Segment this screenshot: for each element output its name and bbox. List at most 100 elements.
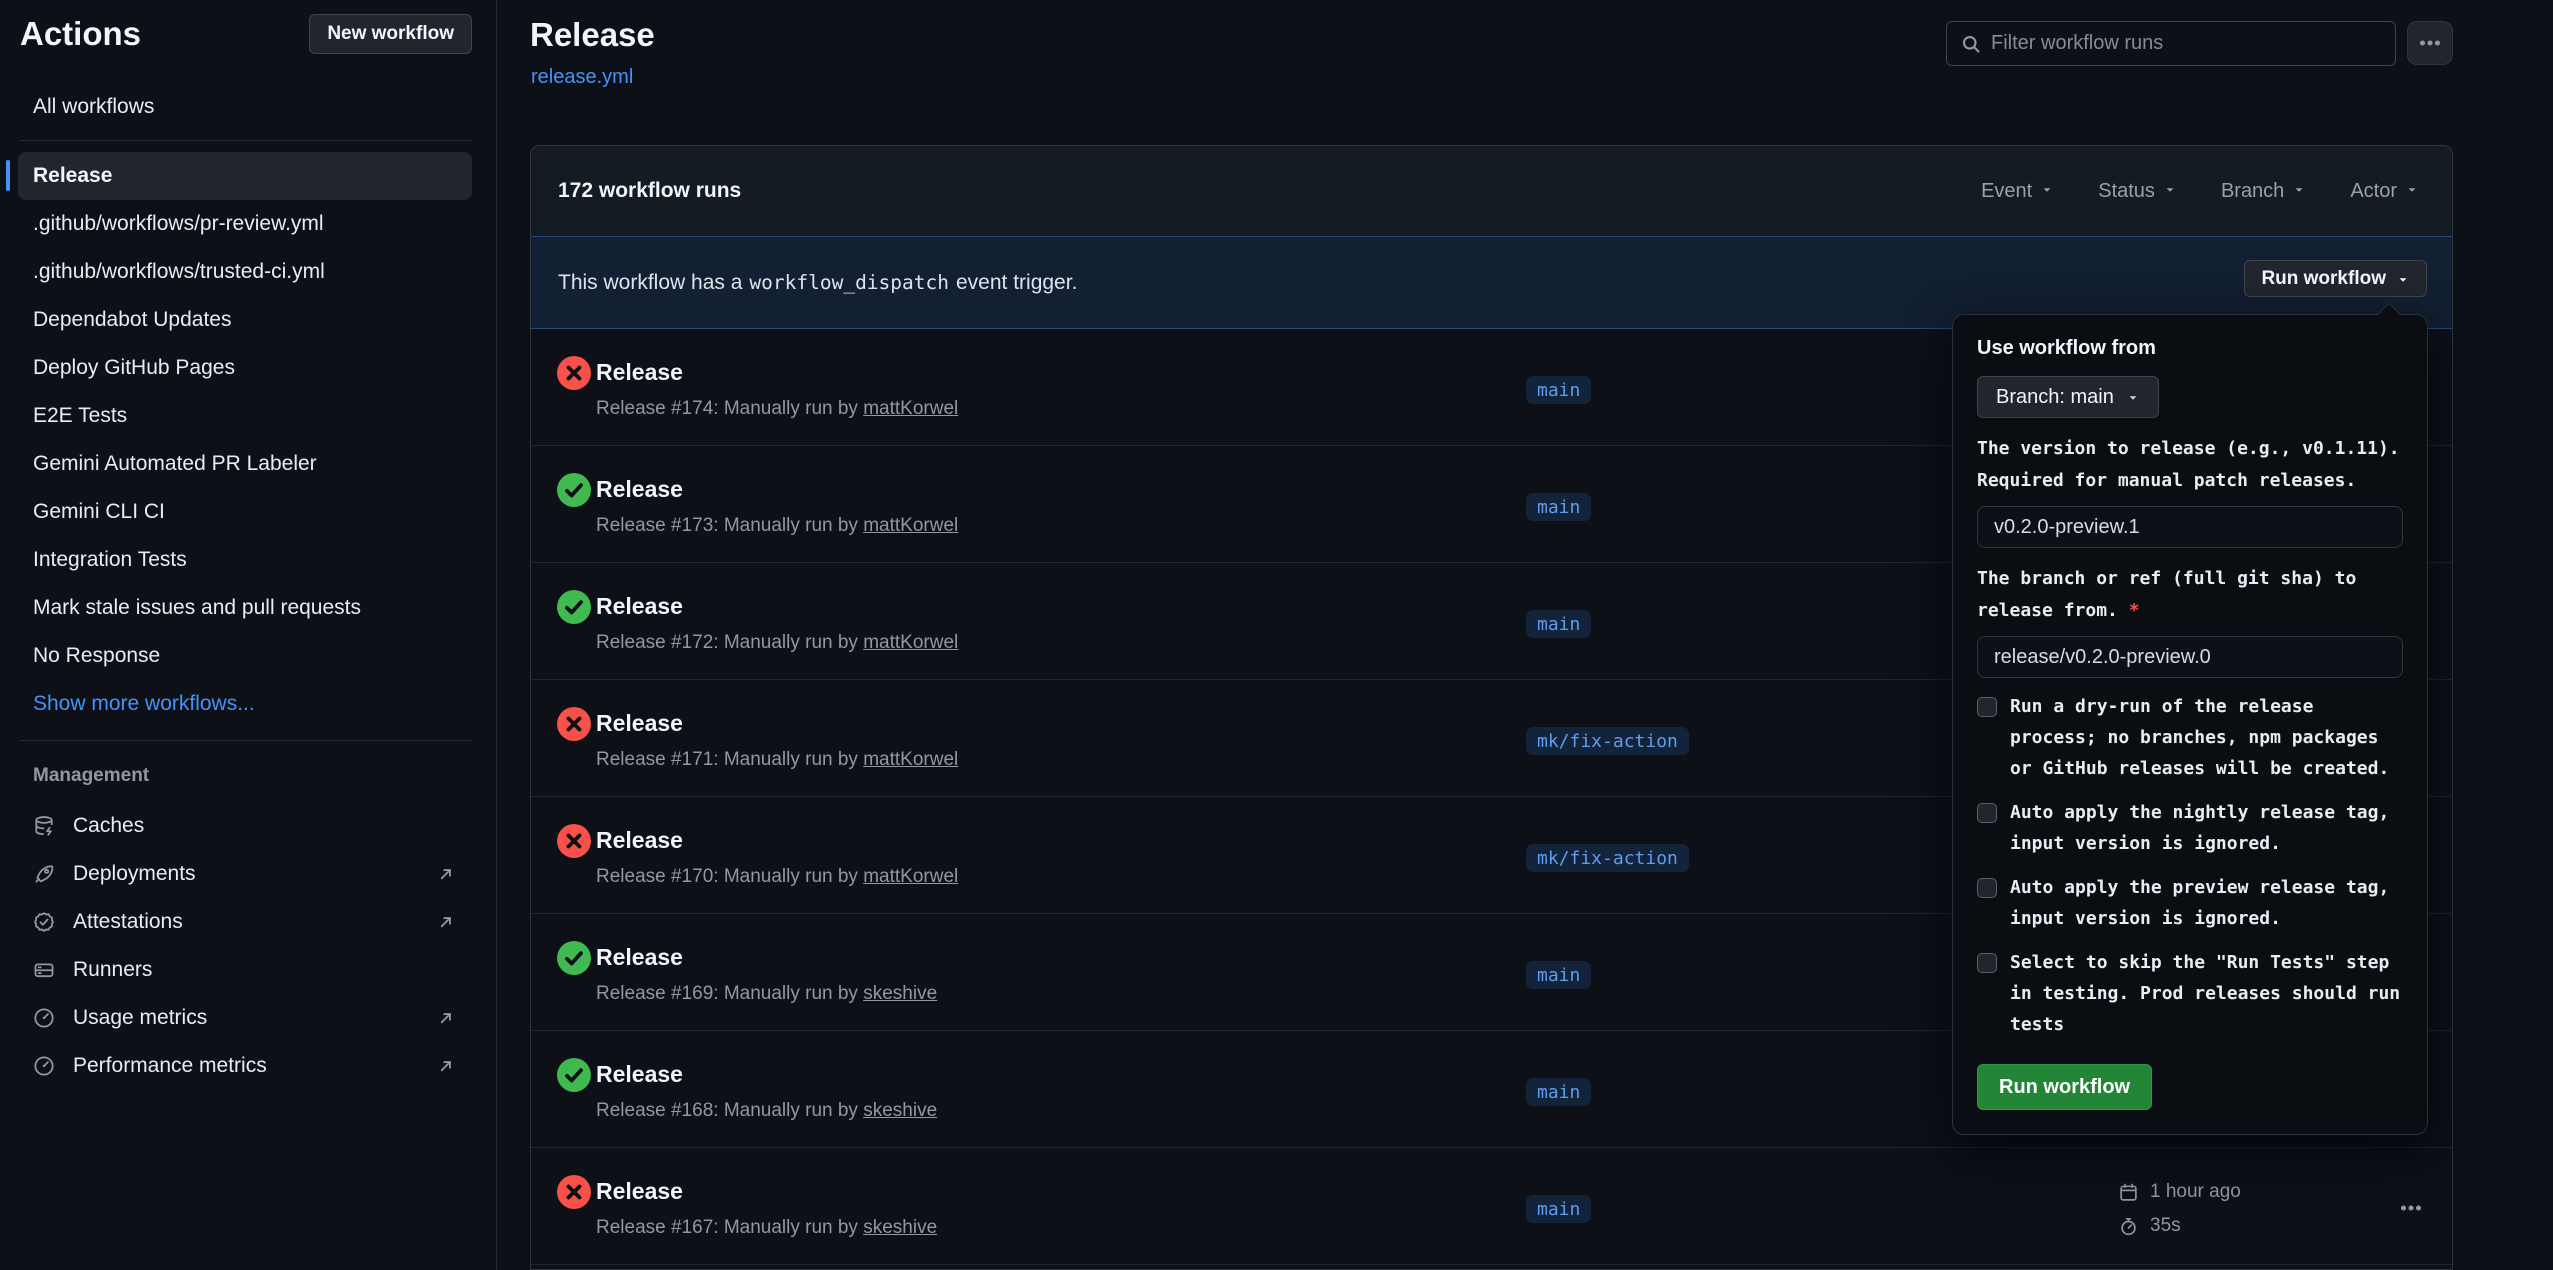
management-item-label: Deployments [73, 862, 196, 886]
run-main-info: ReleaseRelease #173: Manually run by mat… [596, 473, 958, 539]
branch-badge[interactable]: mk/fix-action [1526, 727, 1689, 755]
branch-badge[interactable]: main [1526, 1078, 1591, 1106]
verified-icon [33, 911, 55, 933]
run-title-link[interactable]: Release [596, 1061, 683, 1087]
failure-icon [557, 1175, 591, 1209]
branch-badge[interactable]: main [1526, 1195, 1591, 1223]
workflow-file-link[interactable]: release.yml [531, 66, 633, 89]
workflow-dispatch-code: workflow_dispatch [742, 271, 956, 294]
sidebar-item-performance-metrics[interactable]: Performance metrics [18, 1042, 472, 1090]
run-actor-link[interactable]: skeshive [863, 1217, 937, 1238]
run-description: Release #170: Manually run by mattKorwel [596, 864, 958, 890]
workflow-input-field[interactable] [1977, 506, 2403, 548]
run-actor-link[interactable]: skeshive [863, 983, 937, 1004]
run-actor-link[interactable]: mattKorwel [863, 515, 958, 536]
sidebar-item-deploy-github-pages[interactable]: Deploy GitHub Pages [18, 344, 472, 392]
run-description: Release #169: Manually run by skeshive [596, 981, 937, 1007]
management-item-label: Caches [73, 814, 144, 838]
run-actor-link[interactable]: skeshive [863, 1100, 937, 1121]
caret-down-icon [2292, 180, 2306, 203]
workflow-item-label: Gemini Automated PR Labeler [33, 452, 317, 476]
sidebar-item-all-workflows[interactable]: All workflows [18, 85, 472, 129]
checkbox-3[interactable] [1977, 878, 1997, 898]
filter-workflow-runs-input[interactable] [1991, 32, 2381, 55]
runs-filter-bar: Event Status Branch Actor [1981, 180, 2425, 203]
sidebar-item-e2e-tests[interactable]: E2E Tests [18, 392, 472, 440]
run-title-link[interactable]: Release [596, 944, 683, 970]
show-more-workflows-link[interactable]: Show more workflows... [33, 680, 255, 728]
workflow-run-row[interactable]: ReleaseRelease #167: Manually run by ske… [531, 1148, 2452, 1265]
run-title-link[interactable]: Release [596, 359, 683, 385]
filter-branch[interactable]: Branch [2221, 180, 2306, 203]
sidebar-item-dependabot-updates[interactable]: Dependabot Updates [18, 296, 472, 344]
checkbox-group: Run a dry-run of the release process; no… [1977, 691, 2403, 784]
run-workflow-dropdown-button[interactable]: Run workflow [2244, 260, 2427, 297]
branch-badge[interactable]: main [1526, 961, 1591, 989]
checkbox-2[interactable] [1977, 803, 1997, 823]
arrow-up-right-icon [436, 864, 456, 884]
success-icon [557, 473, 591, 507]
run-duration-text: 35s [2150, 1215, 2181, 1237]
run-title-link[interactable]: Release [596, 827, 683, 853]
run-duration: 35s [2119, 1211, 2241, 1241]
required-asterisk: * [2129, 600, 2140, 621]
stopwatch-icon [2119, 1215, 2141, 1237]
branch-badge[interactable]: mk/fix-action [1526, 844, 1689, 872]
run-overflow-menu-button[interactable] [2387, 1194, 2435, 1222]
workflow-item-label: Integration Tests [33, 548, 187, 572]
sidebar-item-release[interactable]: Release [18, 152, 472, 200]
sidebar-item-caches[interactable]: Caches [18, 802, 472, 850]
failure-icon [557, 707, 591, 741]
meter-icon [33, 1007, 55, 1029]
filter-actor[interactable]: Actor [2350, 180, 2419, 203]
sidebar-item-github-workflows-trusted-ci-yml[interactable]: .github/workflows/trusted-ci.yml [18, 248, 472, 296]
page-overflow-menu-button[interactable] [2407, 21, 2453, 65]
sidebar-item-deployments[interactable]: Deployments [18, 850, 472, 898]
new-workflow-button[interactable]: New workflow [309, 14, 472, 54]
run-title-link[interactable]: Release [596, 476, 683, 502]
run-main-info: Release Release #168: Manually run by ske… [596, 1058, 937, 1124]
run-workflow-submit-button[interactable]: Run workflow [1977, 1064, 2152, 1110]
checkbox-4[interactable] [1977, 953, 1997, 973]
run-actor-link[interactable]: mattKorwel [863, 866, 958, 887]
run-title-link[interactable]: Release [596, 710, 683, 736]
filter-event[interactable]: Event [1981, 180, 2054, 203]
sidebar-item-gemini-cli-ci[interactable]: Gemini CLI CI [18, 488, 472, 536]
management-item-label: Performance metrics [73, 1054, 267, 1078]
run-actor-link[interactable]: mattKorwel [863, 398, 958, 419]
sidebar-item-github-workflows-pr-review-yml[interactable]: .github/workflows/pr-review.yml [18, 200, 472, 248]
filter-label: Status [2098, 180, 2155, 203]
branch-badge[interactable]: main [1526, 610, 1591, 638]
sidebar-item-no-response[interactable]: No Response [18, 632, 472, 680]
filter-status[interactable]: Status [2098, 180, 2177, 203]
run-time-text: 1 hour ago [2150, 1181, 2241, 1203]
management-item-label: Usage metrics [73, 1006, 207, 1030]
checkbox-1[interactable] [1977, 697, 1997, 717]
branch-badge[interactable]: main [1526, 376, 1591, 404]
sidebar-item-attestations[interactable]: Attestations [18, 898, 472, 946]
run-description: Release #168: Manually run by skeshive [596, 1098, 937, 1124]
run-title-link[interactable]: Release [596, 1178, 683, 1204]
run-actor-link[interactable]: mattKorwel [863, 749, 958, 770]
sidebar-item-integration-tests[interactable]: Integration Tests [18, 536, 472, 584]
branch-badge[interactable]: main [1526, 493, 1591, 521]
runs-panel-header: 172 workflow runs EventStatusBranchActor [531, 146, 2452, 236]
banner-text: This workflow has aworkflow_dispatcheven… [558, 271, 1077, 295]
actions-title: Actions [20, 15, 141, 53]
run-title-link[interactable]: Release [596, 593, 683, 619]
sidebar-item-usage-metrics[interactable]: Usage metrics [18, 994, 472, 1042]
run-workflow-dropdown-panel: Use workflow from Branch: main The versi… [1952, 314, 2428, 1135]
workflow-list: Release.github/workflows/pr-review.yml.g… [0, 152, 496, 680]
management-item-label: Attestations [73, 910, 183, 934]
filter-label: Actor [2350, 180, 2397, 203]
workflow-input-field[interactable] [1977, 636, 2403, 678]
run-actor-link[interactable]: mattKorwel [863, 632, 958, 653]
run-description: Release #174: Manually run by mattKorwel [596, 396, 958, 422]
branch-select-button[interactable]: Branch: main [1977, 376, 2159, 418]
sidebar-item-mark-stale-issues-and-pull-requests[interactable]: Mark stale issues and pull requests [18, 584, 472, 632]
sidebar-item-runners[interactable]: Runners [18, 946, 472, 994]
checkbox-label: Auto apply the nightly release tag, inpu… [2010, 797, 2403, 859]
sidebar-item-gemini-automated-pr-labeler[interactable]: Gemini Automated PR Labeler [18, 440, 472, 488]
checkbox-label: Auto apply the preview release tag, inpu… [2010, 872, 2403, 934]
success-icon [557, 941, 591, 975]
